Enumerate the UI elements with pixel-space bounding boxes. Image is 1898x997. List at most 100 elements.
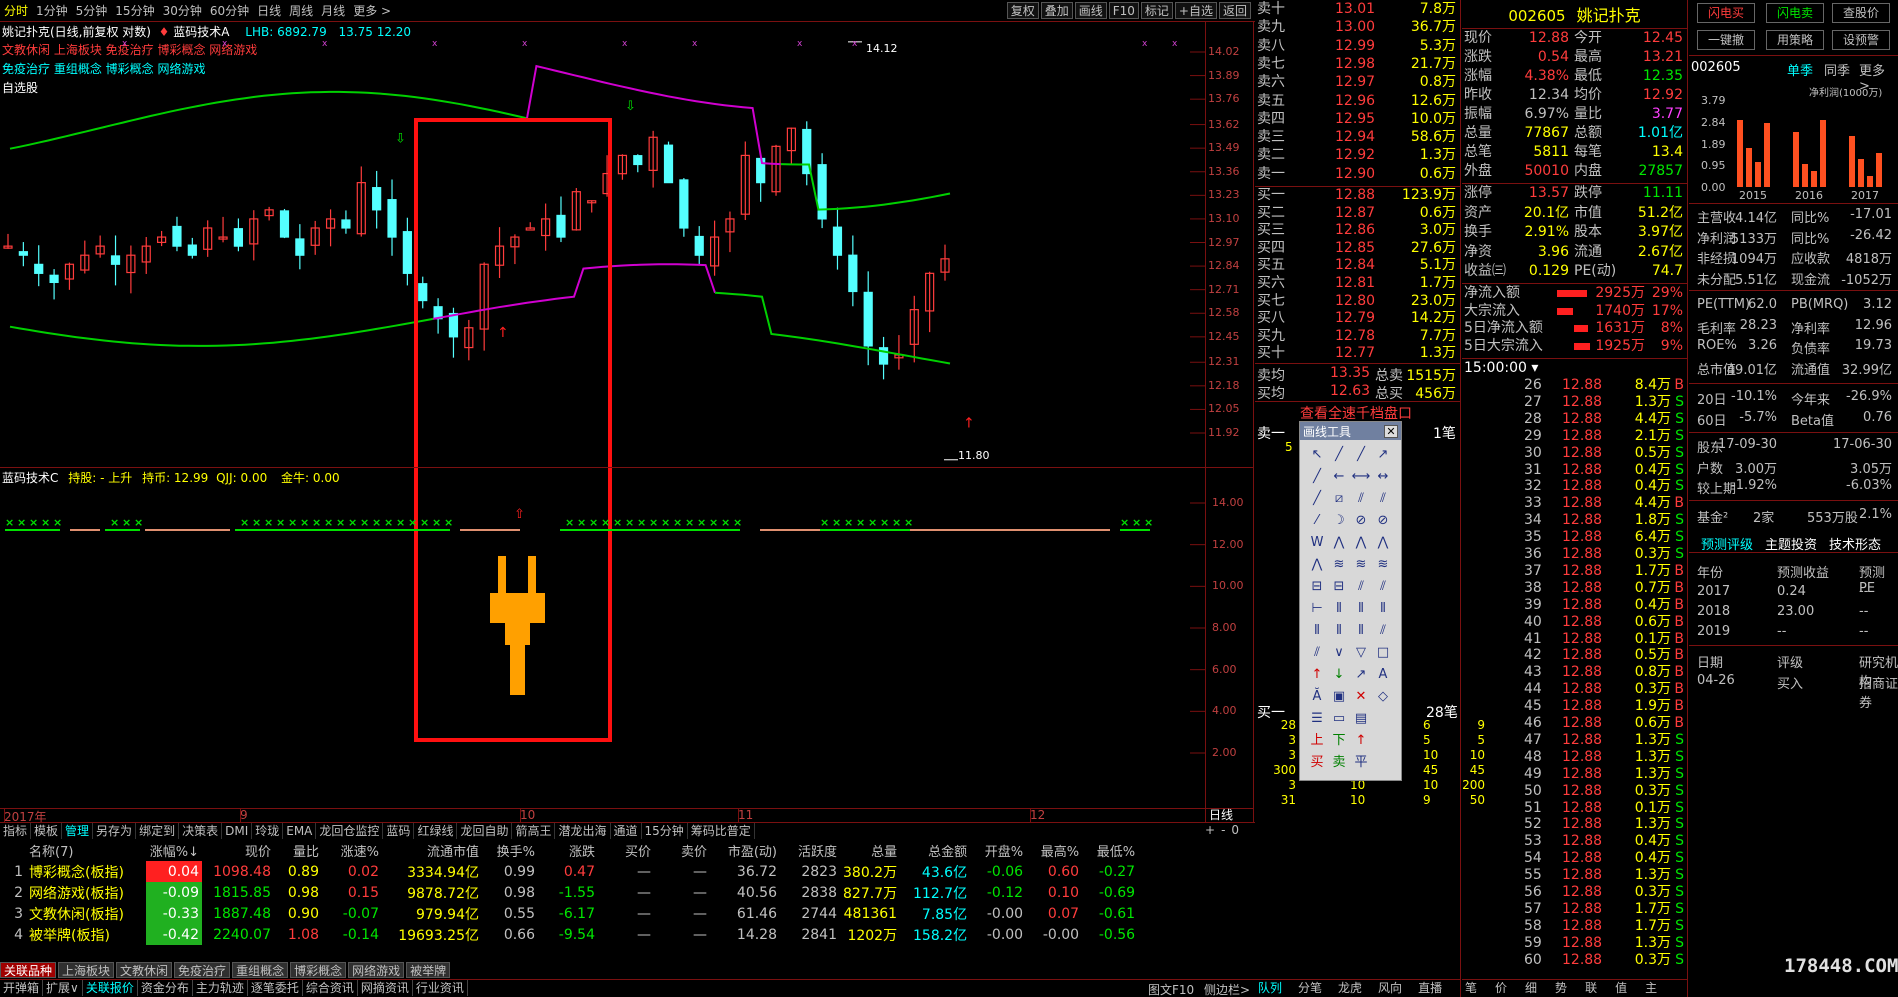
tick-tab-2[interactable]: 细: [1522, 980, 1540, 996]
draw-tool-icon[interactable]: ⟷: [1350, 466, 1372, 488]
related-tab-1[interactable]: 上海板块: [58, 962, 115, 978]
tab-weekly[interactable]: 周线: [285, 2, 317, 19]
tab-15min[interactable]: 15分钟: [111, 2, 158, 19]
tab-11[interactable]: 红绿线: [414, 823, 458, 839]
column-header[interactable]: 涨幅%↓: [146, 840, 202, 861]
draw-tool-icon[interactable]: ⊢: [1306, 598, 1328, 620]
f10-button-0[interactable]: 闪电买: [1697, 3, 1755, 23]
tab-4[interactable]: 绑定到: [136, 823, 180, 839]
ask-row[interactable]: 卖十 13.01 7.8万: [1255, 1, 1460, 18]
forecast-tab-0[interactable]: 预测评级: [1701, 534, 1753, 553]
orderbook-tab-4[interactable]: 直播: [1415, 980, 1445, 996]
orderbook-tab-3[interactable]: 风向: [1375, 980, 1405, 996]
season-tab[interactable]: 单季: [1787, 60, 1813, 79]
draw-tool-icon[interactable]: [1372, 730, 1394, 752]
draw-tool-icon[interactable]: ⫽: [1372, 488, 1394, 510]
draw-tool-icon[interactable]: 上: [1306, 730, 1328, 752]
bid-row[interactable]: 买六 12.81 1.7万: [1255, 275, 1460, 292]
column-header[interactable]: 总量: [840, 840, 900, 861]
orderbook-tab-1[interactable]: 分笔: [1295, 980, 1325, 996]
sidebar-button[interactable]: 侧边栏>: [1204, 983, 1250, 997]
bid-row[interactable]: 买一 12.88 123.9万: [1255, 187, 1460, 204]
draw-tool-icon[interactable]: ⋀: [1350, 532, 1372, 554]
draw-tool-icon[interactable]: A: [1372, 664, 1394, 686]
draw-tool-icon[interactable]: [1372, 752, 1394, 774]
column-header[interactable]: 涨速%: [322, 840, 382, 861]
draw-tool-icon[interactable]: ⋀: [1306, 554, 1328, 576]
tick-tab-1[interactable]: 价: [1492, 980, 1510, 996]
column-header[interactable]: [0, 840, 26, 861]
adjust-button[interactable]: 复权: [1006, 2, 1039, 19]
column-header[interactable]: 流通市值: [382, 840, 482, 861]
draw-tool-icon[interactable]: ▭: [1328, 708, 1350, 730]
sub-indicator-chart[interactable]: × × × × × × × × × × × × × × × × × × × × × × × × × × × × × × × × × × × × × × × ×…: [0, 468, 1205, 808]
draw-tool-icon[interactable]: ≋: [1350, 554, 1372, 576]
status-item-3[interactable]: 资金分布: [138, 980, 193, 996]
tab-5min[interactable]: 5分钟: [72, 2, 112, 19]
column-header[interactable]: 总金额: [900, 840, 970, 861]
tab-14[interactable]: 潜龙出海: [555, 823, 611, 839]
tab-2[interactable]: 管理: [62, 823, 94, 839]
bid-row[interactable]: 买九 12.78 7.7万: [1255, 328, 1460, 345]
tab-0[interactable]: 指标: [0, 823, 32, 839]
candlestick-chart[interactable]: ↑ ↑ ⇩ ⇩ x x x x x x x x x x x: [0, 22, 1205, 742]
f10-text-button[interactable]: 图文F10: [1148, 983, 1194, 997]
draw-tool-icon[interactable]: ✕: [1350, 686, 1372, 708]
draw-tool-icon[interactable]: 卖: [1328, 752, 1350, 774]
column-header[interactable]: 名称(7): [26, 840, 146, 861]
tick-tab-0[interactable]: 笔: [1462, 980, 1480, 996]
f10-button-1[interactable]: 闪电卖: [1766, 3, 1824, 23]
draw-tool-icon[interactable]: ⦀: [1328, 598, 1350, 620]
overlay-button[interactable]: 叠加: [1040, 2, 1073, 19]
draw-tool-icon[interactable]: ⁄: [1306, 510, 1328, 532]
tab-1min[interactable]: 1分钟: [32, 2, 72, 19]
column-header[interactable]: 市盈(动): [710, 840, 780, 861]
draw-tool-icon[interactable]: ⊘: [1372, 510, 1394, 532]
column-header[interactable]: 涨跌: [538, 840, 598, 861]
f10-button-2[interactable]: 查股价: [1832, 3, 1890, 23]
status-item-8[interactable]: 行业资讯: [413, 980, 468, 996]
f10-button[interactable]: F10: [1108, 2, 1139, 19]
draw-tool-icon[interactable]: ←: [1328, 466, 1350, 488]
tick-tab-4[interactable]: 联: [1582, 980, 1600, 996]
back-button[interactable]: 返回: [1218, 2, 1251, 19]
orderbook-tab-0[interactable]: 队列: [1255, 980, 1285, 996]
bid-row[interactable]: 买七 12.80 23.0万: [1255, 293, 1460, 310]
draw-tool-icon[interactable]: ↓: [1328, 664, 1350, 686]
tick-tab-6[interactable]: 主: [1642, 980, 1660, 996]
status-item-4[interactable]: 主力轨迹: [193, 980, 248, 996]
bid-row[interactable]: 买五 12.84 5.1万: [1255, 257, 1460, 274]
ask-row[interactable]: 卖二 12.92 1.3万: [1255, 147, 1460, 164]
ask-row[interactable]: 卖六 12.97 0.8万: [1255, 74, 1460, 91]
tab-30min[interactable]: 30分钟: [159, 2, 206, 19]
draw-tool-icon[interactable]: ⦀: [1328, 620, 1350, 642]
ask-row[interactable]: 卖四 12.95 10.0万: [1255, 111, 1460, 128]
related-tab-3[interactable]: 免疫治疗: [174, 962, 231, 978]
tab-3[interactable]: 另存为: [93, 823, 137, 839]
draw-tool-icon[interactable]: 买: [1306, 752, 1328, 774]
draw-tool-icon[interactable]: ╱: [1350, 444, 1372, 466]
tab-1[interactable]: 模板: [31, 823, 63, 839]
full-depth-link[interactable]: 查看全速千档盘口: [1300, 403, 1412, 423]
draw-button[interactable]: 画线: [1074, 2, 1107, 19]
tab-monthly[interactable]: 月线: [317, 2, 349, 19]
close-icon[interactable]: ✕: [1384, 424, 1398, 438]
table-row[interactable]: 4 被举牌(板指) -0.42 2240.07 1.08 -0.14 19693.25亿 0.…: [0, 924, 1138, 945]
draw-tool-icon[interactable]: ↗: [1372, 444, 1394, 466]
ask-row[interactable]: 卖五 12.96 12.6万: [1255, 93, 1460, 110]
draw-tool-icon[interactable]: ⊟: [1306, 576, 1328, 598]
column-header[interactable]: 开盘%: [970, 840, 1026, 861]
ask-row[interactable]: 卖一 12.90 0.6万: [1255, 166, 1460, 183]
draw-tool-icon[interactable]: ⦀: [1372, 598, 1394, 620]
tab-10[interactable]: 蓝码: [383, 823, 415, 839]
add-watchlist-button[interactable]: +自选: [1174, 2, 1217, 19]
ask-row[interactable]: 卖九 13.00 36.7万: [1255, 19, 1460, 36]
draw-tool-icon[interactable]: ⦀: [1350, 620, 1372, 642]
tab-60min[interactable]: 60分钟: [206, 2, 253, 19]
orderbook-tab-2[interactable]: 龙虎: [1335, 980, 1365, 996]
draw-tool-icon[interactable]: ↔: [1372, 466, 1394, 488]
draw-tool-icon[interactable]: ╱: [1306, 466, 1328, 488]
tab-8[interactable]: EMA: [283, 823, 317, 839]
status-item-6[interactable]: 综合资讯: [303, 980, 358, 996]
draw-tool-icon[interactable]: W: [1306, 532, 1328, 554]
